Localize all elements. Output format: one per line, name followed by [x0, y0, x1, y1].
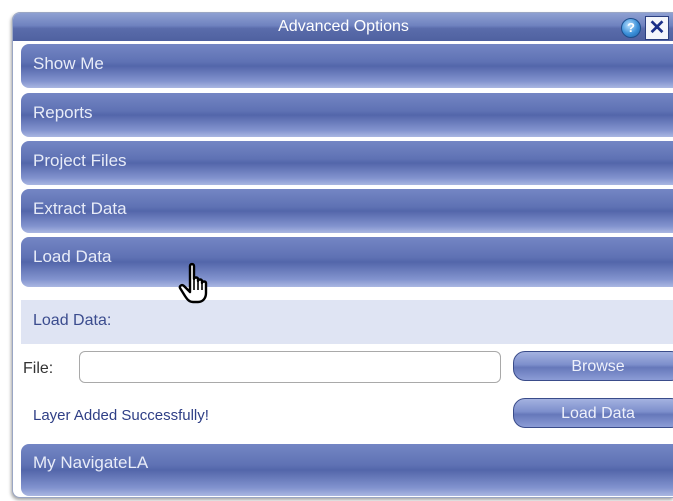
advanced-options-panel: Advanced Options ? ✕ Show Me Reports Pro…	[12, 12, 673, 498]
section-load-data[interactable]: Load Data	[21, 237, 673, 287]
file-label: File:	[23, 360, 54, 377]
file-row: File: Browse	[21, 344, 673, 392]
status-row: Layer Added Successfully! Load Data	[21, 392, 673, 442]
browse-button[interactable]: Browse	[513, 351, 673, 381]
panel-title: Advanced Options	[278, 18, 409, 35]
close-icon[interactable]: ✕	[645, 16, 669, 40]
load-data-heading: Load Data:	[33, 312, 112, 329]
load-data-content: Load Data:	[21, 300, 673, 344]
window-top-edge	[8, 0, 673, 12]
help-icon[interactable]: ?	[621, 18, 641, 38]
section-extract-data[interactable]: Extract Data	[21, 189, 673, 233]
section-show-me[interactable]: Show Me	[21, 44, 673, 88]
file-path-input[interactable]	[79, 351, 501, 383]
section-project-files[interactable]: Project Files	[21, 141, 673, 185]
status-message: Layer Added Successfully!	[33, 407, 209, 424]
load-data-button[interactable]: Load Data	[513, 398, 673, 428]
panel-title-bar: Advanced Options ? ✕	[13, 13, 673, 41]
section-my-navigatela[interactable]: My NavigateLA	[21, 444, 673, 496]
hand-pointer-cursor	[178, 262, 208, 304]
section-reports[interactable]: Reports	[21, 93, 673, 137]
